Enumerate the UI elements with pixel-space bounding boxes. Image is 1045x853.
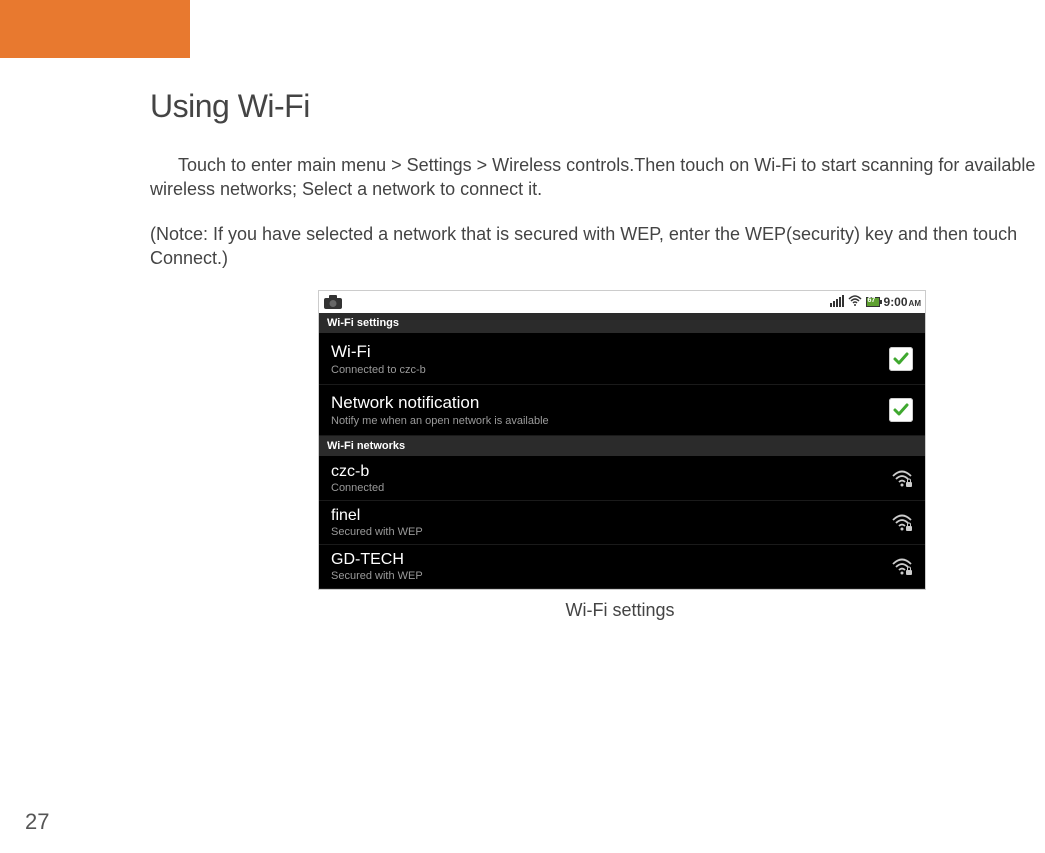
battery-icon: 67 (866, 297, 880, 307)
wifi-row-title: Wi-Fi (331, 342, 889, 362)
network-name: GD-TECH (331, 551, 891, 569)
body-paragraph-2: (Notce: If you have selected a network t… (150, 222, 1040, 271)
network-name: finel (331, 507, 891, 525)
network-name: czc-b (331, 463, 891, 481)
wifi-secure-icon (891, 558, 913, 576)
wifi-row-sub: Connected to czc-b (331, 364, 889, 376)
wifi-settings-screenshot: 67 9:00AM Wi-Fi settings Wi-Fi Connected… (318, 290, 926, 590)
wifi-toggle-row[interactable]: Wi-Fi Connected to czc-b (319, 334, 925, 385)
page-number: 27 (25, 809, 49, 835)
network-status: Secured with WEP (331, 570, 891, 582)
clock-time: 9:00 (884, 295, 908, 309)
notif-row-title: Network notification (331, 393, 889, 413)
wifi-secure-icon (891, 470, 913, 488)
header-accent-bar (0, 0, 190, 58)
status-bar: 67 9:00AM (319, 291, 925, 313)
signal-icon (830, 295, 844, 310)
network-row[interactable]: finel Secured with WEP (319, 501, 925, 545)
network-row[interactable]: czc-b Connected (319, 457, 925, 501)
network-status: Secured with WEP (331, 526, 891, 538)
network-status: Connected (331, 482, 891, 494)
page-title: Using Wi-Fi (150, 88, 1045, 125)
camera-icon (323, 294, 343, 310)
section-header-wifi-networks: Wi-Fi networks (319, 436, 925, 457)
clock: 9:00AM (884, 295, 921, 309)
network-row[interactable]: GD-TECH Secured with WEP (319, 545, 925, 589)
wifi-checkbox[interactable] (889, 347, 913, 371)
notif-checkbox[interactable] (889, 398, 913, 422)
clock-ampm: AM (909, 299, 921, 308)
section-header-wifi-settings: Wi-Fi settings (319, 313, 925, 334)
screenshot-caption: Wi-Fi settings (150, 600, 1045, 621)
page-content: Using Wi-Fi Touch to enter main menu > S… (0, 58, 1045, 621)
wifi-status-icon (848, 295, 862, 310)
wifi-secure-icon (891, 514, 913, 532)
body-paragraph-1: Touch to enter main menu > Settings > Wi… (150, 153, 1040, 202)
notif-row-sub: Notify me when an open network is availa… (331, 415, 889, 427)
network-notification-row[interactable]: Network notification Notify me when an o… (319, 385, 925, 436)
